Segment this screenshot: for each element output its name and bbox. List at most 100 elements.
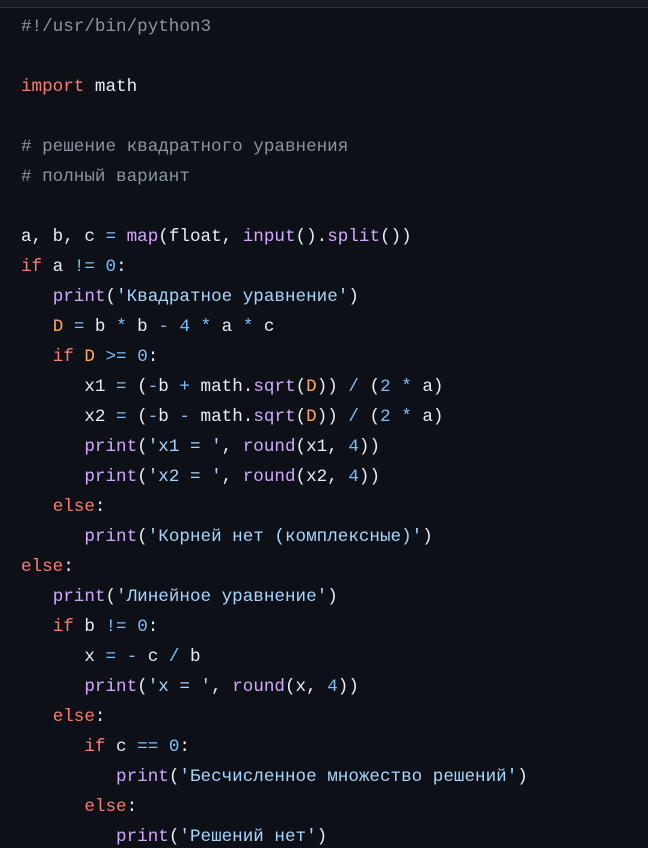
builtin-token: print [52,287,106,307]
code-line: print('x = ', round(x, 4)) [21,672,648,702]
text-token: ( [126,377,148,397]
operator-token: * [401,377,412,397]
code-line: print('x2 = ', round(x2, 4)) [21,462,648,492]
comment-token: # решение квадратного уравнения [21,137,349,157]
code-line: print('x1 = ', round(x1, 4)) [21,432,648,462]
code-line: import math [21,72,648,102]
text-token: a) [411,377,444,397]
builtin-token: input [242,227,296,247]
string-token: 'x1 = ' [147,437,222,457]
operator-token: - [126,647,138,667]
string-token: 'x2 = ' [147,467,222,487]
text-token: (x1, [295,437,349,457]
operator-token: - [158,317,169,337]
builtin-token: sqrt [253,377,296,397]
text-token: ) [348,287,359,307]
operator-token: == [137,737,159,757]
number-token: 4 [327,677,338,697]
text-token: : [147,617,159,637]
text-token: ( [168,827,180,847]
constant-token: D [306,407,317,427]
code-line: a, b, c = map(float, input().split()) [21,222,648,252]
keyword-token: else [84,797,127,817]
text-token: , [221,467,243,487]
code-line: print('Бесчисленное множество решений') [21,762,648,792]
builtin-token: print [116,767,169,787]
operator-token: / [348,407,359,427]
text-token: )) [316,377,349,397]
text-token: ) [422,527,433,547]
constant-token: D [306,377,317,397]
keyword-token: else [52,707,95,727]
builtin-token: split [327,227,381,247]
text-token: b [158,377,180,397]
text-token: ( [105,287,117,307]
text-token: b [84,317,117,337]
code-line: else: [21,492,648,522]
text-token: a [42,257,74,277]
code-block[interactable]: #!/usr/bin/python3 import math # решение к… [0,8,648,848]
text-token: )) [337,677,359,697]
text-token: ) [327,587,338,607]
code-line: print('Решений нет') [21,822,648,848]
operator-token: * [116,317,127,337]
constant-token: D [52,317,64,337]
text-token: a) [411,407,444,427]
number-token: 0 [137,347,148,367]
text-token: ( [137,437,148,457]
number-token: 4 [348,437,359,457]
text-token: ( [295,407,307,427]
keyword-token: if [84,737,106,757]
text-token: ( [105,587,117,607]
builtin-token: round [242,437,296,457]
text-token: b [158,407,180,427]
text-token: x2 [84,407,117,427]
text-token: ( [168,767,180,787]
builtin-token: round [232,677,285,697]
builtin-token: map [126,227,159,247]
text-token: b [126,317,159,337]
text-token: b [179,647,201,667]
builtin-token: print [84,527,138,547]
text-token: )) [358,437,381,457]
text-token: , [221,437,243,457]
code-line: else: [21,552,648,582]
string-token: 'Бесчисленное множество решений' [179,767,518,787]
operator-token: != [73,257,95,277]
operator-token: + [179,377,190,397]
operator-token: - [147,407,159,427]
number-token: 4 [179,317,190,337]
code-line: else: [21,792,648,822]
operator-token: != [105,617,127,637]
operator-token: = [116,407,127,427]
operator-token: - [147,377,159,397]
text-token: (x, [285,677,328,697]
text-token: ( [137,677,148,697]
code-line: D = b * b - 4 * a * c [21,312,648,342]
operator-token: * [242,317,254,337]
text-token: )) [316,407,349,427]
text-token: math. [189,407,254,427]
text-token: : [147,347,159,367]
text-token: (float, [158,227,243,247]
number-token: 2 [380,407,391,427]
